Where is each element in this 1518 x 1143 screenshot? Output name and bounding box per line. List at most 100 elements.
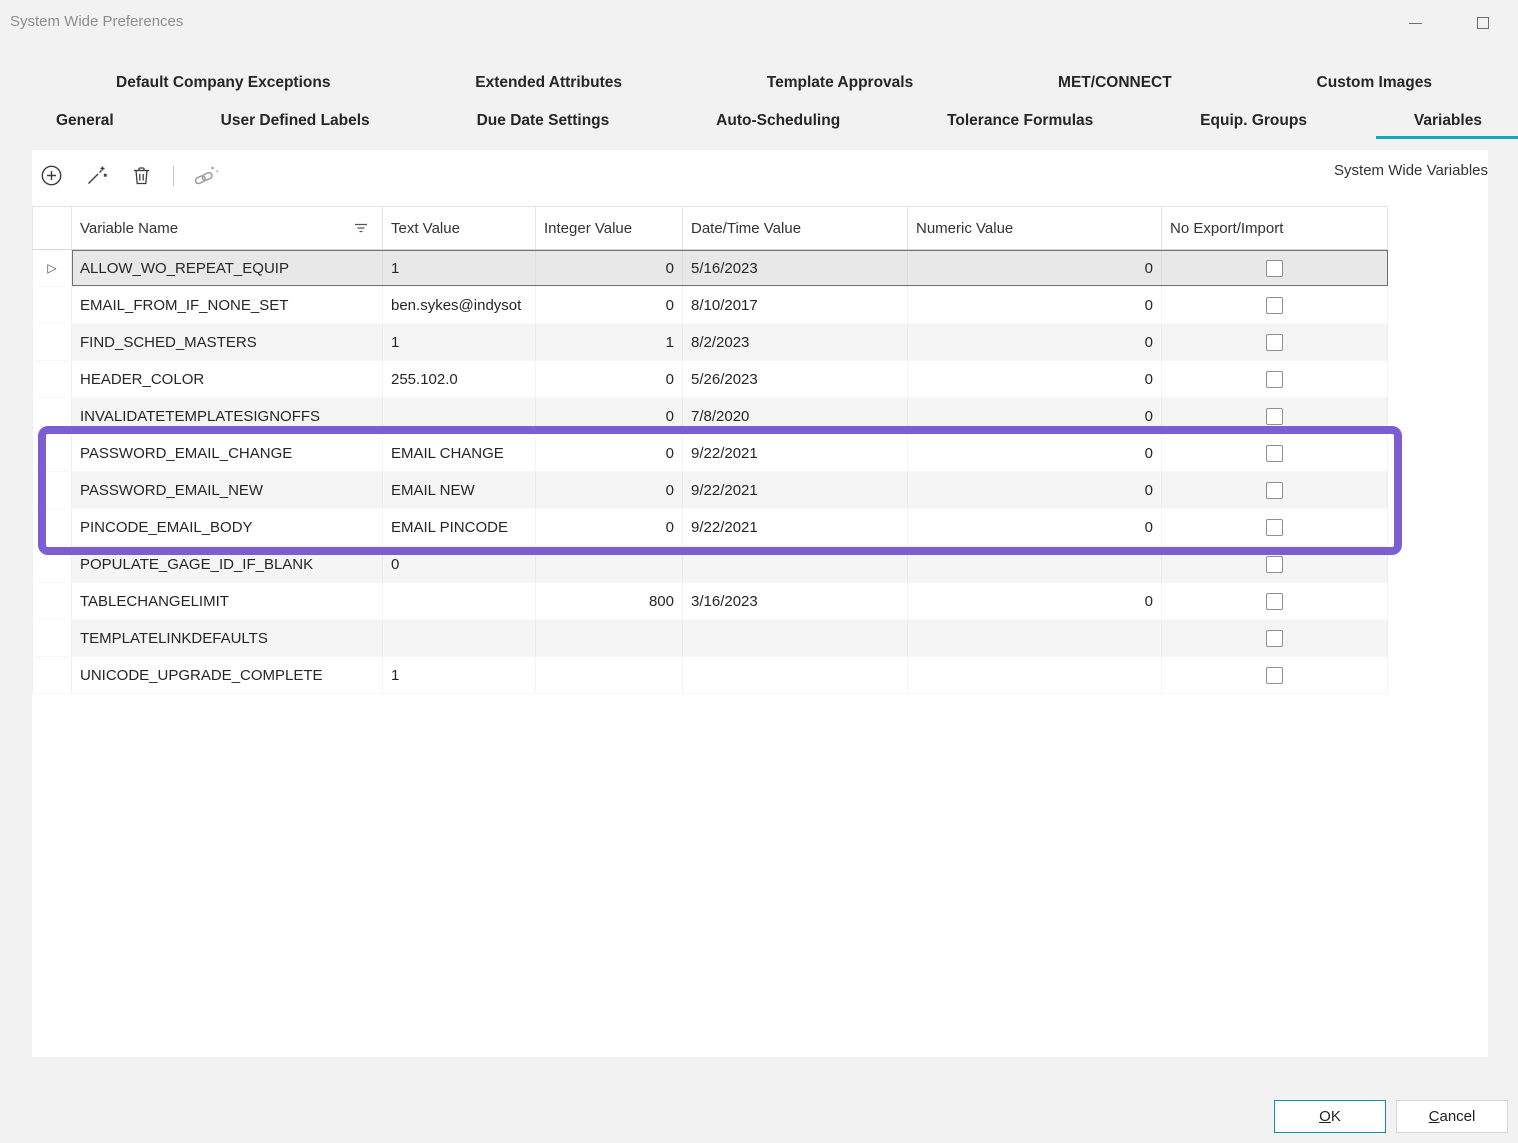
table-row-populate-gage-id-if-blank[interactable]: POPULATE_GAGE_ID_IF_BLANK0 bbox=[32, 546, 1388, 583]
cell-text: EMAIL CHANGE bbox=[383, 435, 536, 471]
cell-integer: 0 bbox=[536, 287, 683, 323]
cell-integer: 1 bbox=[536, 324, 683, 360]
table-row-unicode-upgrade-complete[interactable]: UNICODE_UPGRADE_COMPLETE1 bbox=[32, 657, 1388, 694]
tab-general[interactable]: General bbox=[52, 110, 118, 132]
tab-default-company-exceptions[interactable]: Default Company Exceptions bbox=[112, 72, 334, 94]
table-row-invalidatetemplatesignoffs[interactable]: INVALIDATETEMPLATESIGNOFFS07/8/20200 bbox=[32, 398, 1388, 435]
toolbar bbox=[38, 162, 219, 189]
table-row-allow-wo-repeat-equip[interactable]: ▷ALLOW_WO_REPEAT_EQUIP105/16/20230 bbox=[32, 250, 1388, 287]
delete-variable-button[interactable] bbox=[128, 162, 155, 189]
header-no-export-import[interactable]: No Export/Import bbox=[1162, 207, 1388, 249]
no-export-checkbox[interactable] bbox=[1266, 667, 1283, 684]
no-export-checkbox[interactable] bbox=[1266, 260, 1283, 277]
row-selector-cell bbox=[32, 546, 72, 582]
tab-tolerance-formulas[interactable]: Tolerance Formulas bbox=[943, 110, 1097, 132]
table-row-pincode-email-body[interactable]: PINCODE_EMAIL_BODYEMAIL PINCODE09/22/202… bbox=[32, 509, 1388, 546]
row-selector-cell bbox=[32, 657, 72, 693]
ok-button[interactable]: OK bbox=[1274, 1100, 1386, 1133]
cell-numeric: 0 bbox=[908, 435, 1162, 471]
cell-text: EMAIL NEW bbox=[383, 472, 536, 508]
tab-variables[interactable]: Variables bbox=[1410, 110, 1486, 132]
table-row-email-from-if-none-set[interactable]: EMAIL_FROM_IF_NONE_SETben.sykes@indysot0… bbox=[32, 287, 1388, 324]
header-label: Numeric Value bbox=[916, 220, 1013, 237]
tab-met-connect[interactable]: MET/CONNECT bbox=[1054, 72, 1176, 94]
tab-auto-scheduling[interactable]: Auto-Scheduling bbox=[712, 110, 844, 132]
header-label: Date/Time Value bbox=[691, 220, 801, 237]
edit-variable-button[interactable] bbox=[83, 162, 110, 189]
window-minimize-button[interactable] bbox=[1398, 8, 1432, 38]
tab-equip-groups[interactable]: Equip. Groups bbox=[1196, 110, 1311, 132]
cell-no-export-import bbox=[1162, 324, 1388, 360]
header-variable-name[interactable]: Variable Name bbox=[72, 207, 383, 249]
maximize-icon bbox=[1477, 17, 1489, 29]
cell-no-export-import bbox=[1162, 620, 1388, 656]
cell-no-export-import bbox=[1162, 472, 1388, 508]
tab-extended-attributes[interactable]: Extended Attributes bbox=[471, 72, 626, 94]
no-export-checkbox[interactable] bbox=[1266, 334, 1283, 351]
cell-integer: 0 bbox=[536, 398, 683, 434]
cell-numeric bbox=[908, 546, 1162, 582]
exclude-link-button[interactable] bbox=[192, 162, 219, 189]
cell-date: 9/22/2021 bbox=[683, 509, 908, 545]
cell-no-export-import bbox=[1162, 398, 1388, 434]
panel-title: System Wide Variables bbox=[1334, 162, 1488, 179]
table-row-tablechangelimit[interactable]: TABLECHANGELIMIT8003/16/20230 bbox=[32, 583, 1388, 620]
edit-icon bbox=[85, 164, 108, 187]
cell-numeric: 0 bbox=[908, 509, 1162, 545]
cell-text: 255.102.0 bbox=[383, 361, 536, 397]
delete-icon bbox=[131, 165, 152, 187]
no-export-checkbox[interactable] bbox=[1266, 445, 1283, 462]
cell-integer: 0 bbox=[536, 472, 683, 508]
table-row-password-email-change[interactable]: PASSWORD_EMAIL_CHANGEEMAIL CHANGE09/22/2… bbox=[32, 435, 1388, 472]
row-selector-cell bbox=[32, 509, 72, 545]
window-title: System Wide Preferences bbox=[10, 13, 183, 30]
row-selector-cell bbox=[32, 287, 72, 323]
table-row-password-email-new[interactable]: PASSWORD_EMAIL_NEWEMAIL NEW09/22/20210 bbox=[32, 472, 1388, 509]
header-datetime-value[interactable]: Date/Time Value bbox=[683, 207, 908, 249]
tab-row2: General User Defined Labels Due Date Setti… bbox=[52, 110, 1486, 132]
no-export-checkbox[interactable] bbox=[1266, 408, 1283, 425]
no-export-checkbox[interactable] bbox=[1266, 593, 1283, 610]
cell-integer bbox=[536, 620, 683, 656]
no-export-checkbox[interactable] bbox=[1266, 630, 1283, 647]
selected-row-arrow-icon: ▷ bbox=[47, 261, 56, 275]
add-variable-button[interactable] bbox=[38, 162, 65, 189]
cell-no-export-import bbox=[1162, 287, 1388, 323]
header-text-value[interactable]: Text Value bbox=[383, 207, 536, 249]
row-selector-cell bbox=[32, 324, 72, 360]
cell-no-export-import bbox=[1162, 250, 1388, 286]
cell-numeric: 0 bbox=[908, 583, 1162, 619]
no-export-checkbox[interactable] bbox=[1266, 371, 1283, 388]
cell-numeric: 0 bbox=[908, 324, 1162, 360]
header-label: No Export/Import bbox=[1170, 220, 1283, 237]
no-export-checkbox[interactable] bbox=[1266, 556, 1283, 573]
table-row-templatelinkdefaults[interactable]: TEMPLATELINKDEFAULTS bbox=[32, 620, 1388, 657]
table-row-find-sched-masters[interactable]: FIND_SCHED_MASTERS118/2/20230 bbox=[32, 324, 1388, 361]
cell-no-export-import bbox=[1162, 583, 1388, 619]
cell-no-export-import bbox=[1162, 657, 1388, 693]
cell-text: 0 bbox=[383, 546, 536, 582]
no-export-checkbox[interactable] bbox=[1266, 519, 1283, 536]
tab-user-defined-labels[interactable]: User Defined Labels bbox=[217, 110, 374, 132]
no-export-checkbox[interactable] bbox=[1266, 482, 1283, 499]
table-row-header-color[interactable]: HEADER_COLOR255.102.005/26/20230 bbox=[32, 361, 1388, 398]
cell-text bbox=[383, 620, 536, 656]
cell-date bbox=[683, 657, 908, 693]
tab-custom-images[interactable]: Custom Images bbox=[1313, 72, 1436, 94]
header-integer-value[interactable]: Integer Value bbox=[536, 207, 683, 249]
cell-variable-name: TABLECHANGELIMIT bbox=[72, 583, 383, 619]
cell-numeric: 0 bbox=[908, 398, 1162, 434]
window-maximize-button[interactable] bbox=[1466, 8, 1500, 38]
cancel-button[interactable]: Cancel bbox=[1396, 1100, 1508, 1133]
tab-template-approvals[interactable]: Template Approvals bbox=[763, 72, 917, 94]
cell-date: 5/16/2023 bbox=[683, 250, 908, 286]
no-export-checkbox[interactable] bbox=[1266, 297, 1283, 314]
header-numeric-value[interactable]: Numeric Value bbox=[908, 207, 1162, 249]
cell-date bbox=[683, 546, 908, 582]
tab-due-date-settings[interactable]: Due Date Settings bbox=[473, 110, 614, 132]
cell-variable-name: EMAIL_FROM_IF_NONE_SET bbox=[72, 287, 383, 323]
cell-text bbox=[383, 583, 536, 619]
cell-date: 9/22/2021 bbox=[683, 472, 908, 508]
cell-variable-name: PASSWORD_EMAIL_CHANGE bbox=[72, 435, 383, 471]
sort-icon[interactable] bbox=[354, 223, 368, 234]
